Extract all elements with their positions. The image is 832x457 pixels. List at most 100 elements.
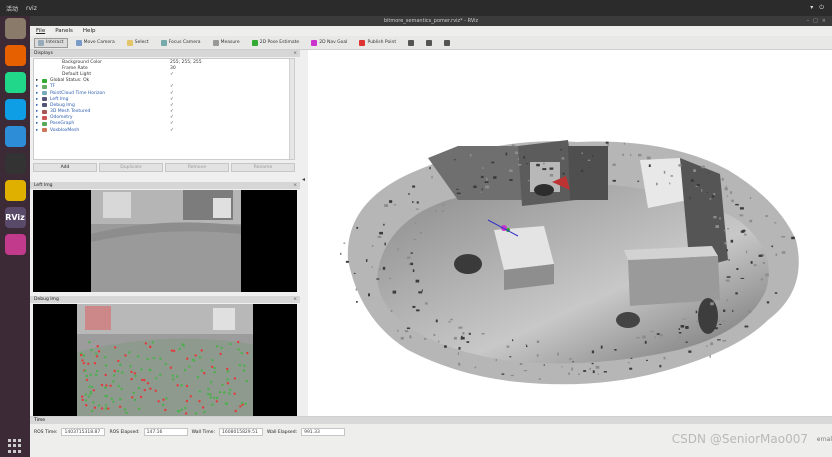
tool-label: 2D Nav Goal bbox=[319, 40, 348, 45]
expand-arrow-icon[interactable]: ▸ bbox=[36, 115, 38, 120]
select-tool[interactable]: Select bbox=[123, 38, 153, 48]
gems-icon[interactable] bbox=[4, 234, 26, 255]
activities-button[interactable]: 活动 bbox=[6, 4, 18, 13]
minimize-icon[interactable]: – bbox=[807, 18, 810, 24]
interact-tool[interactable]: Interact bbox=[34, 37, 68, 48]
tool-label: Interact bbox=[46, 40, 64, 45]
remove-button[interactable]: Remove bbox=[165, 163, 229, 172]
tool-label: 2D Pose Estimate bbox=[259, 40, 300, 45]
plus-icon bbox=[408, 39, 415, 46]
wall-time-field[interactable]: 1608015829.51 bbox=[219, 428, 264, 436]
display-type-icon bbox=[42, 91, 47, 96]
display-type-icon bbox=[42, 97, 47, 102]
ros-time-field[interactable]: 1403715318.87 bbox=[61, 428, 106, 436]
move-camera-icon bbox=[75, 39, 82, 46]
ros-elapsed-field[interactable]: 147.16 bbox=[143, 428, 188, 436]
nav-goal-icon bbox=[311, 39, 318, 46]
display-row-label: Background Color bbox=[62, 59, 103, 65]
debug-camera-image bbox=[33, 304, 297, 416]
expand-arrow-icon[interactable]: ▸ bbox=[36, 121, 38, 126]
minus-button[interactable] bbox=[422, 38, 436, 48]
display-row-value[interactable]: 30 bbox=[170, 66, 176, 71]
rviz-icon[interactable]: RViz bbox=[4, 207, 26, 228]
publish-point-icon bbox=[359, 39, 366, 46]
clion-icon[interactable] bbox=[4, 99, 26, 120]
display-row-label: TF bbox=[50, 84, 56, 90]
2d-pose-estimate-tool[interactable]: 2D Pose Estimate bbox=[248, 38, 304, 48]
expand-arrow-icon[interactable]: ▸ bbox=[36, 84, 38, 89]
left-img-title-label: Left Img bbox=[34, 183, 53, 188]
close-panel-icon[interactable]: × bbox=[293, 183, 297, 188]
wall-elapsed-field[interactable]: 991.33 bbox=[301, 428, 346, 436]
pycharm-icon[interactable] bbox=[4, 72, 26, 93]
left-img-panel: Left Img × bbox=[30, 182, 300, 294]
focus-camera-icon bbox=[160, 39, 167, 46]
camera-button[interactable] bbox=[440, 38, 454, 48]
display-row-value[interactable]: ✓ bbox=[170, 72, 174, 77]
display-row-value[interactable]: ✓ bbox=[170, 128, 174, 133]
mesh-reconstruction bbox=[340, 140, 799, 385]
close-icon[interactable]: × bbox=[822, 18, 826, 24]
display-row-label: PoseGraph bbox=[50, 121, 75, 127]
display-row-value[interactable]: ✓ bbox=[170, 115, 174, 120]
left-camera-image bbox=[33, 190, 297, 292]
display-row-value[interactable]: ✓ bbox=[170, 84, 174, 89]
tray-menu-icon[interactable]: ▾ bbox=[810, 4, 813, 12]
menu-help[interactable]: Help bbox=[83, 28, 96, 34]
time-panel-title: Time bbox=[30, 417, 832, 424]
menu-file[interactable]: File bbox=[36, 28, 45, 34]
expand-arrow-icon[interactable]: ▸ bbox=[36, 97, 38, 102]
measure-tool[interactable]: Measure bbox=[209, 38, 244, 48]
display-type-icon bbox=[42, 103, 47, 108]
maximize-icon[interactable]: □ bbox=[813, 18, 818, 24]
wall-elapsed-label: Wall Elapsed: bbox=[267, 429, 298, 435]
vscode-icon[interactable] bbox=[4, 126, 26, 147]
show-apps-icon[interactable] bbox=[8, 439, 22, 453]
expand-arrow-icon[interactable]: ▸ bbox=[36, 109, 38, 114]
move-camera-tool[interactable]: Move Camera bbox=[72, 38, 119, 48]
power-icon[interactable]: ⏻ bbox=[819, 4, 824, 12]
2d-nav-goal-tool[interactable]: 2D Nav Goal bbox=[307, 38, 351, 48]
publish-point-tool[interactable]: Publish Point bbox=[355, 38, 400, 48]
close-panel-icon[interactable]: × bbox=[293, 51, 297, 56]
debug-img-title-label: Debug Img bbox=[34, 297, 59, 302]
splitter-handle[interactable]: ◂ bbox=[302, 176, 306, 216]
close-panel-icon[interactable]: × bbox=[293, 297, 297, 302]
displays-tree[interactable]: Background Color 255; 255; 255 Frame Rate 3… bbox=[33, 58, 295, 160]
display-row-value[interactable]: ✓ bbox=[170, 91, 174, 96]
displays-scrollbar[interactable] bbox=[289, 59, 294, 159]
display-row-value[interactable]: 255; 255; 255 bbox=[170, 60, 202, 65]
tool-bar: Interact Move Camera Select Focus Camera Mea… bbox=[30, 36, 832, 50]
system-tray[interactable]: ▾ ⏻ bbox=[810, 4, 824, 12]
plus-button[interactable] bbox=[404, 38, 418, 48]
files-icon[interactable] bbox=[4, 18, 26, 39]
duplicate-button[interactable]: Duplicate bbox=[99, 163, 163, 172]
expand-arrow-icon[interactable]: ▸ bbox=[36, 103, 38, 108]
display-row-value[interactable]: ✓ bbox=[170, 109, 174, 114]
tool-label: Measure bbox=[220, 40, 240, 45]
expand-arrow-icon[interactable]: ▸ bbox=[36, 78, 38, 83]
displays-panel: Displays × Background Color 255; 255; 255… bbox=[30, 50, 300, 180]
firefox-icon[interactable] bbox=[4, 45, 26, 66]
terminal-icon[interactable] bbox=[4, 153, 26, 174]
expand-arrow-icon[interactable]: ▸ bbox=[36, 128, 38, 133]
window-title: bitmore_semantics_pomer.rviz* - RViz bbox=[383, 18, 479, 24]
display-row-value[interactable]: ✓ bbox=[170, 97, 174, 102]
3d-view[interactable] bbox=[308, 50, 832, 433]
menu-panels[interactable]: Panels bbox=[55, 28, 73, 34]
app-menu[interactable]: rviz bbox=[26, 5, 37, 12]
display-row-value[interactable]: ✓ bbox=[170, 103, 174, 108]
display-row[interactable]: ▸ VoxbloxMesh ✓ bbox=[34, 127, 294, 133]
rename-button[interactable]: Rename bbox=[231, 163, 295, 172]
tool-label: Select bbox=[134, 40, 149, 45]
add-button[interactable]: Add bbox=[33, 163, 97, 172]
dock: RViz bbox=[0, 16, 30, 457]
display-row-value[interactable]: ✓ bbox=[170, 121, 174, 126]
chrome-icon[interactable] bbox=[4, 180, 26, 201]
displays-panel-title: Displays × bbox=[30, 50, 300, 57]
interact-icon bbox=[38, 39, 44, 46]
measure-icon bbox=[212, 39, 219, 46]
focus-camera-tool[interactable]: Focus Camera bbox=[157, 38, 205, 48]
expand-arrow-icon[interactable]: ▸ bbox=[36, 91, 38, 96]
camera-icon bbox=[444, 39, 451, 46]
